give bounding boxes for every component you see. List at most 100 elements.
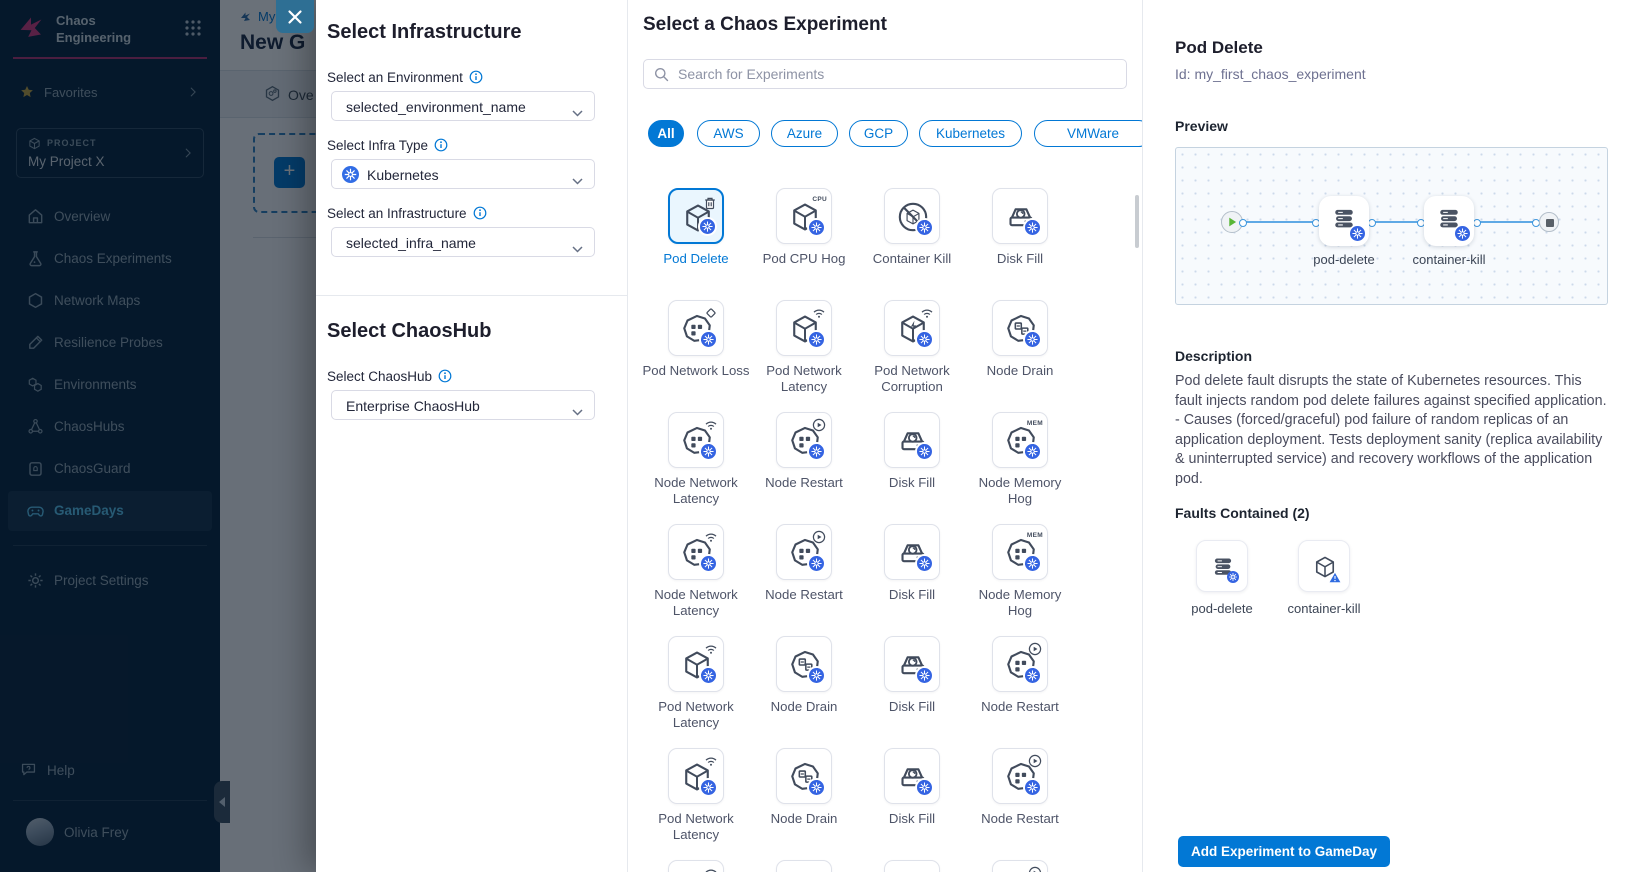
info-icon[interactable]: [469, 70, 483, 84]
experiment-card-node-restart[interactable]: Node Restart: [966, 860, 1074, 872]
chaoshub-heading: Select ChaosHub: [327, 320, 491, 343]
kubernetes-badge-icon: [701, 668, 716, 683]
play-badge-icon: [1028, 754, 1042, 768]
kubernetes-badge-icon: [1025, 780, 1040, 795]
experiment-card-disk-fill[interactable]: Disk Fill: [858, 748, 966, 827]
experiment-card-node-restart[interactable]: Node Restart: [750, 524, 858, 603]
kubernetes-badge-icon: [809, 444, 824, 459]
experiment-card-disk-fill[interactable]: Disk Fill: [858, 524, 966, 603]
chevron-down-icon: [572, 403, 583, 410]
diamond-badge-icon: [704, 306, 718, 320]
experiment-card-container-kill[interactable]: Container Kill: [858, 188, 966, 267]
kubernetes-icon: [342, 166, 359, 183]
kubernetes-badge-icon: [1025, 332, 1040, 347]
trash-badge-icon: [703, 195, 717, 209]
mem-badge: MEM: [1027, 532, 1043, 539]
experiment-card-label: Node Network Latency: [642, 475, 750, 506]
pipeline-port: [1368, 219, 1376, 227]
experiment-card-node-drain[interactable]: Node Drain: [750, 636, 858, 715]
kubernetes-badge-icon: [701, 556, 716, 571]
kubernetes-badge-icon: [1025, 220, 1040, 235]
wifi-badge-icon: [704, 418, 718, 432]
kubernetes-badge-icon: [809, 220, 824, 235]
experiment-card-label: Pod CPU Hog: [750, 251, 858, 267]
experiment-card-label: Node Drain: [966, 363, 1074, 379]
chevron-down-icon: [572, 104, 583, 111]
experiment-card-label: Pod Network Latency: [642, 699, 750, 730]
experiment-card-node-network-latency[interactable]: Node Network Latency: [642, 524, 750, 618]
experiment-card-pod-delete[interactable]: Pod Delete: [642, 188, 750, 267]
pipeline-node-container-kill[interactable]: [1424, 196, 1474, 246]
experiment-card-node-drain[interactable]: Node Drain: [750, 860, 858, 872]
infra-type-select[interactable]: Kubernetes: [331, 159, 595, 189]
experiment-card-disk-fill[interactable]: Disk Fill: [966, 188, 1074, 267]
kubernetes-badge-icon: [809, 556, 824, 571]
experiment-card-label: Node Restart: [750, 587, 858, 603]
infrastructure-select[interactable]: selected_infra_name: [331, 227, 595, 257]
experiment-card-pod-network-loss[interactable]: Pod Network Loss: [642, 300, 750, 379]
infrastructure-heading: Select Infrastructure: [327, 21, 522, 44]
cpu-badge: CPU: [812, 196, 827, 203]
experiment-card-label: Node Restart: [750, 475, 858, 491]
select-experiment-modal: Select Infrastructure Select an Environm…: [316, 0, 1630, 872]
info-icon[interactable]: [473, 206, 487, 220]
chevron-down-icon: [572, 172, 583, 179]
pipeline-node-label: pod-delete: [1284, 252, 1404, 267]
close-icon: [287, 9, 303, 25]
infrastructure-label: Select an Infrastructure: [327, 206, 487, 221]
experiment-card-label: Node Restart: [966, 699, 1074, 715]
kubernetes-badge-icon: [1227, 570, 1239, 582]
experiment-card-node-restart[interactable]: Node Restart: [750, 412, 858, 491]
kubernetes-badge-icon: [809, 668, 824, 683]
kubernetes-badge-icon: [701, 444, 716, 459]
kubernetes-badge-icon: [917, 668, 932, 683]
experiment-card-node-drain[interactable]: Node Drain: [966, 300, 1074, 379]
kubernetes-badge-icon: [701, 332, 716, 347]
experiment-card-node-memory-hog[interactable]: MEM Node Memory Hog: [966, 524, 1074, 618]
wifi-badge-icon: [812, 306, 826, 320]
chaoshub-select[interactable]: Enterprise ChaosHub: [331, 390, 595, 420]
kubernetes-badge-icon: [809, 332, 824, 347]
kubernetes-badge-icon: [917, 444, 932, 459]
experiment-card-pod-network-latency[interactable]: Pod Network Latency: [642, 860, 750, 872]
experiment-card-label: Disk Fill: [858, 699, 966, 715]
experiment-card-node-restart[interactable]: Node Restart: [966, 636, 1074, 715]
pipeline-end-node: [1539, 212, 1559, 232]
experiment-card-label: Disk Fill: [858, 475, 966, 491]
play-badge-icon: [812, 530, 826, 544]
fault-tile-container-kill[interactable]: [1298, 540, 1350, 592]
info-icon[interactable]: [438, 369, 452, 383]
add-experiment-to-gameday-button[interactable]: Add Experiment to GameDay: [1178, 836, 1390, 867]
experiment-card-label: Node Network Latency: [642, 587, 750, 618]
close-button[interactable]: [276, 0, 314, 33]
experiment-card-label: Pod Network Corruption: [858, 363, 966, 394]
experiment-card-node-drain[interactable]: Node Drain: [750, 748, 858, 827]
info-icon[interactable]: [434, 138, 448, 152]
description-label: Description: [1175, 348, 1252, 364]
experiment-card-label: Disk Fill: [858, 811, 966, 827]
experiment-card-pod-network-corruption[interactable]: Pod Network Corruption: [858, 300, 966, 394]
kubernetes-badge-icon: [701, 780, 716, 795]
pipeline-port: [1473, 219, 1481, 227]
experiment-card-pod-network-latency[interactable]: Pod Network Latency: [642, 636, 750, 730]
experiment-card-node-network-latency[interactable]: Node Network Latency: [642, 412, 750, 506]
kubernetes-badge-icon: [917, 556, 932, 571]
environment-select[interactable]: selected_environment_name: [331, 91, 595, 121]
scrollbar-thumb[interactable]: [1135, 195, 1139, 248]
experiment-card-disk-fill[interactable]: Disk Fill: [858, 860, 966, 872]
fault-label: pod-delete: [1172, 601, 1272, 616]
experiment-card-label: Node Memory Hog: [966, 587, 1074, 618]
experiment-card-disk-fill[interactable]: Disk Fill: [858, 412, 966, 491]
kubernetes-badge-icon: [1455, 226, 1470, 241]
detail-id: Id: my_first_chaos_experiment: [1175, 66, 1366, 82]
chevron-down-icon: [572, 240, 583, 247]
fault-tile-pod-delete[interactable]: [1196, 540, 1248, 592]
pipeline-node-pod-delete[interactable]: [1319, 196, 1369, 246]
experiment-card-pod-cpu-hog[interactable]: CPU Pod CPU Hog: [750, 188, 858, 267]
experiments-panel: Select a Chaos Experiment All AWS Azure …: [628, 0, 1143, 872]
experiment-card-disk-fill[interactable]: Disk Fill: [858, 636, 966, 715]
experiment-card-pod-network-latency[interactable]: Pod Network Latency: [750, 300, 858, 394]
experiment-card-pod-network-latency[interactable]: Pod Network Latency: [642, 748, 750, 842]
experiment-card-node-restart[interactable]: Node Restart: [966, 748, 1074, 827]
experiment-card-node-memory-hog[interactable]: MEMNode Memory Hog: [966, 412, 1074, 506]
